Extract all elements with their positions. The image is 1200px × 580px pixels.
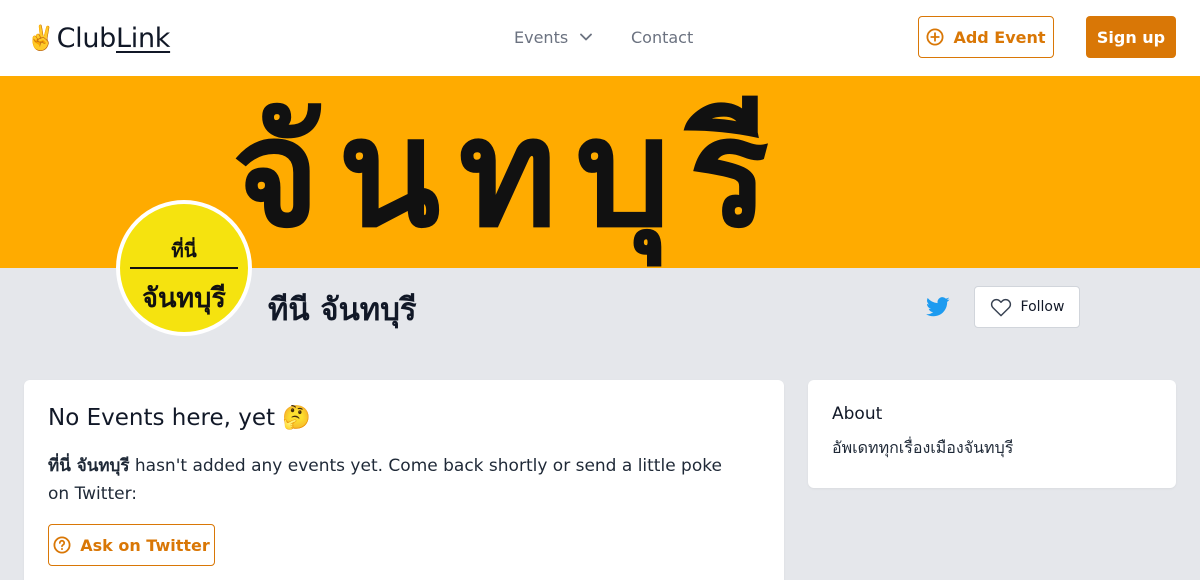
top-header: ✌️ Club Link Events Contact Add Event Si… xyxy=(0,0,1200,76)
profile-avatar: ที่นี่ จันทบุรี xyxy=(116,200,252,336)
no-events-description: ที่นี่ จันทบุรี hasn't added any events … xyxy=(48,452,748,508)
twitter-icon[interactable] xyxy=(926,296,950,318)
avatar-text-top: ที่นี่ xyxy=(171,240,197,262)
events-card: No Events here, yet 🤔 ที่นี่ จันทบุรี ha… xyxy=(24,380,784,580)
ask-on-twitter-label: Ask on Twitter xyxy=(80,535,210,555)
chevron-down-icon xyxy=(580,33,593,41)
follow-button[interactable]: Follow xyxy=(974,286,1080,328)
organizer-name: ที่นี่ จันทบุรี xyxy=(48,456,130,476)
logo-text-club: Club xyxy=(56,22,117,54)
plus-circle-icon xyxy=(926,28,944,46)
about-title: About xyxy=(832,404,883,424)
no-events-title: No Events here, yet 🤔 xyxy=(48,405,311,431)
heart-icon xyxy=(990,298,1011,317)
profile-name: ทีนี จันทบุรี xyxy=(268,292,417,328)
avatar-divider xyxy=(130,267,238,269)
clublink-logo[interactable]: ✌️ Club Link xyxy=(26,22,170,54)
logo-text-link: Link xyxy=(116,22,171,54)
nav-events-dropdown[interactable]: Events xyxy=(514,26,593,48)
avatar-text-bottom: จันทบุรี xyxy=(142,283,226,314)
banner-text: จันทบุรี xyxy=(232,87,788,261)
signup-button[interactable]: Sign up xyxy=(1086,16,1176,58)
victory-hand-icon: ✌️ xyxy=(26,24,56,52)
about-text: อัพเดททุกเรื่องเมืองจันทบุรี xyxy=(832,438,1014,457)
nav-contact-link[interactable]: Contact xyxy=(631,26,693,48)
question-circle-icon xyxy=(53,536,71,554)
no-events-text: hasn't added any events yet. Come back s… xyxy=(48,456,722,504)
add-event-button[interactable]: Add Event xyxy=(918,16,1054,58)
add-event-label: Add Event xyxy=(953,27,1046,47)
ask-on-twitter-button[interactable]: Ask on Twitter xyxy=(48,524,215,566)
about-card: About อัพเดททุกเรื่องเมืองจันทบุรี xyxy=(808,380,1176,488)
follow-label: Follow xyxy=(1020,299,1065,315)
nav-events-label: Events xyxy=(514,27,569,47)
